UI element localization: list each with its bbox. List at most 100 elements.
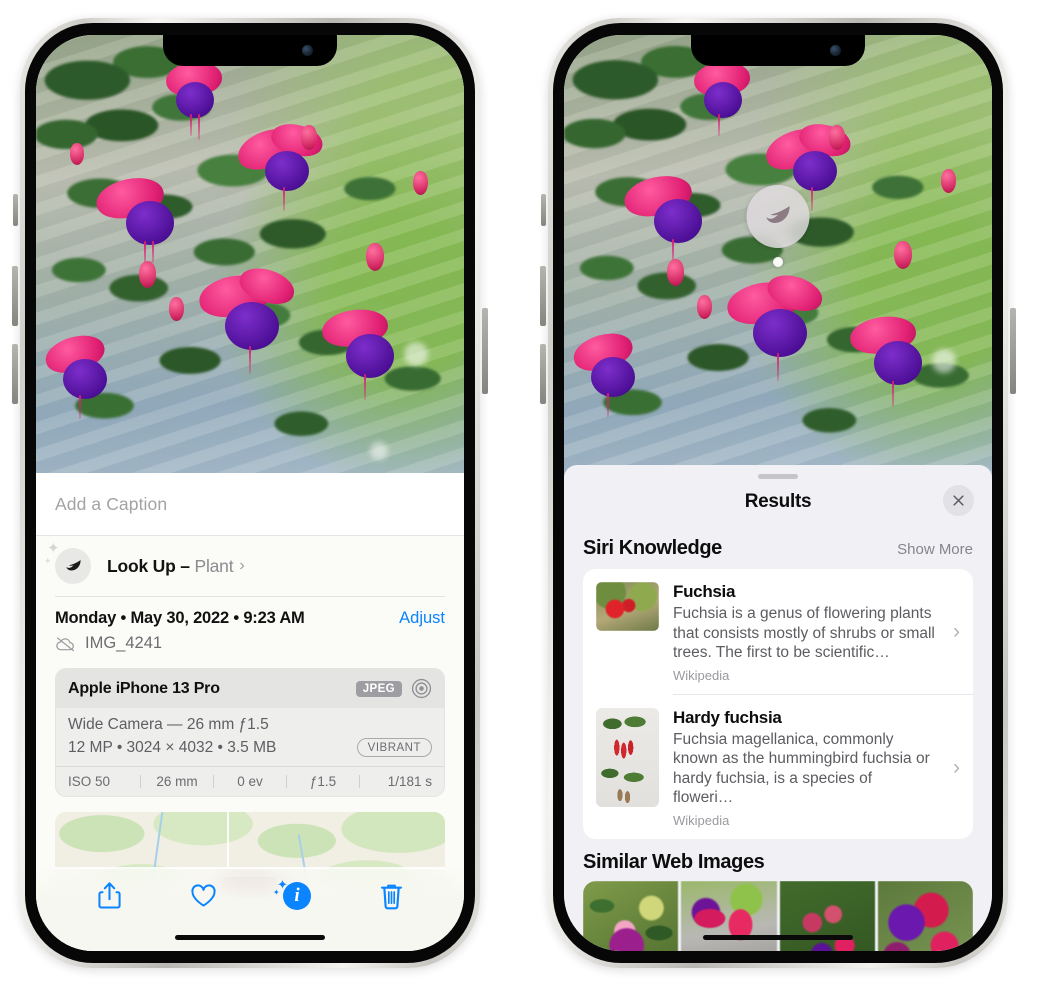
- info-button[interactable]: ✦ ✦ i: [273, 878, 319, 914]
- metadata-body: Wide Camera — 26 mm ƒ1.5 12 MP • 3024 × …: [56, 708, 444, 766]
- lens-info: Wide Camera — 26 mm ƒ1.5: [68, 716, 269, 733]
- fuchsia-thumbnail: [596, 582, 659, 631]
- visual-lookup-anchor-dot: [773, 257, 783, 267]
- thumbnail-image: [596, 582, 659, 631]
- metadata-header: Apple iPhone 13 Pro JPEG: [56, 669, 444, 708]
- section-title-similar-web-images: Similar Web Images: [583, 850, 765, 873]
- front-camera-icon: [830, 45, 841, 56]
- sparkle-icon: ✦: [47, 540, 60, 557]
- exif-shutter: 1/181 s: [387, 774, 432, 789]
- left-phone-bezel: Add a Caption ✦ ✦ Look Up – Plant › Mond…: [25, 23, 475, 963]
- exif-row: ISO 50 26 mm 0 ev ƒ1.5 1/181 s: [56, 766, 444, 796]
- knowledge-item-source: Wikipedia: [673, 667, 730, 683]
- exif-exposure: 0 ev: [237, 774, 263, 789]
- knowledge-item-title: Fuchsia: [673, 582, 736, 601]
- heart-icon: [190, 884, 216, 907]
- caption-input[interactable]: Add a Caption: [55, 494, 167, 515]
- power-button[interactable]: [482, 308, 488, 394]
- leaf-icon: [55, 548, 91, 584]
- look-up-plant-row[interactable]: ✦ ✦ Look Up – Plant ›: [36, 536, 464, 596]
- knowledge-item-source: Wikipedia: [673, 812, 730, 828]
- photographic-style-badge: VIBRANT: [356, 738, 432, 757]
- sparkle-small-icon: ✦: [44, 556, 52, 566]
- chevron-right-icon: ›: [953, 755, 960, 779]
- photo-info-sheet: Add a Caption ✦ ✦ Look Up – Plant › Mond…: [36, 473, 464, 951]
- right-iphone-device: Results Siri Knowledge Show More Fuchsia…: [540, 18, 1016, 968]
- share-button[interactable]: [87, 878, 131, 914]
- exif-aperture: ƒ1.5: [309, 774, 337, 789]
- volume-up-button[interactable]: [12, 266, 18, 326]
- format-badge: JPEG: [355, 680, 402, 697]
- delete-button[interactable]: [369, 878, 413, 914]
- volume-up-button[interactable]: [540, 266, 546, 326]
- results-header: Results: [564, 479, 992, 525]
- knowledge-item-body: Fuchsia Fuchsia is a genus of flowering …: [673, 582, 935, 683]
- visual-lookup-leaf-badge[interactable]: [746, 185, 810, 248]
- aperture-icon: [411, 678, 432, 699]
- photo-viewer-left[interactable]: [36, 35, 464, 487]
- photo-datetime: Monday • May 30, 2022 • 9:23 AM: [55, 609, 305, 627]
- share-icon: [97, 882, 121, 909]
- siri-knowledge-header: Siri Knowledge Show More: [564, 525, 992, 569]
- image-specs: 12 MP • 3024 × 4032 • 3.5 MB: [68, 738, 277, 756]
- exif-focal: 26 mm: [156, 774, 198, 789]
- visual-lookup-results-sheet: Results Siri Knowledge Show More Fuchsia…: [564, 465, 992, 951]
- lookup-icon-wrap: ✦ ✦: [44, 541, 91, 584]
- chevron-right-icon: ›: [239, 557, 245, 574]
- hardy-fuchsia-thumbnail: [596, 707, 659, 807]
- camera-metadata-card[interactable]: Apple iPhone 13 Pro JPEG Wide Camera — 2…: [55, 668, 445, 797]
- favorite-button[interactable]: [181, 878, 225, 914]
- front-camera-icon: [302, 45, 313, 56]
- knowledge-item-body: Hardy fuchsia Fuchsia magellanica, commo…: [673, 708, 935, 828]
- trash-icon: [380, 884, 402, 910]
- adjust-button[interactable]: Adjust: [399, 609, 445, 628]
- volume-down-button[interactable]: [540, 344, 546, 404]
- datetime-left: Monday • May 30, 2022 • 9:23 AM IMG_4241: [55, 609, 305, 653]
- thumbnail-image: [596, 707, 659, 807]
- show-more-button[interactable]: Show More: [897, 541, 973, 558]
- exif-iso: ISO 50: [68, 774, 111, 789]
- photo-blossoms: [36, 35, 464, 487]
- siri-knowledge-card: Fuchsia Fuchsia is a genus of flowering …: [583, 569, 973, 839]
- metadata-header-right: JPEG: [355, 678, 432, 699]
- chevron-right-icon: ›: [953, 620, 960, 644]
- sparkle-small-icon: ✦: [273, 888, 280, 897]
- close-button[interactable]: [943, 485, 974, 516]
- left-iphone-device: Add a Caption ✦ ✦ Look Up – Plant › Mond…: [12, 18, 488, 968]
- close-icon: [953, 495, 964, 506]
- photo-filename: IMG_4241: [85, 634, 163, 652]
- knowledge-item-title: Hardy fuchsia: [673, 707, 782, 727]
- web-image-tile[interactable]: [681, 880, 777, 951]
- home-indicator[interactable]: [175, 935, 325, 940]
- right-phone-notch: [691, 35, 865, 66]
- web-image-tile[interactable]: [877, 880, 973, 951]
- results-title: Results: [744, 491, 812, 512]
- power-button[interactable]: [1010, 308, 1016, 394]
- mute-switch[interactable]: [13, 194, 18, 226]
- home-indicator[interactable]: [703, 935, 853, 940]
- filename-line: IMG_4241: [55, 634, 305, 653]
- camera-device-name: Apple iPhone 13 Pro: [68, 679, 220, 697]
- knowledge-item-description: Fuchsia magellanica, commonly known as t…: [673, 730, 930, 807]
- right-phone-bezel: Results Siri Knowledge Show More Fuchsia…: [553, 23, 1003, 963]
- similar-web-images-header: Similar Web Images: [564, 839, 992, 881]
- knowledge-item-hardy-fuchsia[interactable]: Hardy fuchsia Fuchsia magellanica, commo…: [583, 695, 973, 839]
- left-phone-notch: [163, 35, 337, 66]
- leaf-icon: [766, 206, 790, 223]
- datetime-row: Monday • May 30, 2022 • 9:23 AM IMG_4241…: [36, 597, 464, 653]
- web-image-tile[interactable]: [583, 880, 679, 951]
- volume-down-button[interactable]: [12, 344, 18, 404]
- look-up-label: Look Up – Plant: [107, 555, 234, 576]
- photo-viewer-right[interactable]: [564, 35, 992, 483]
- similar-web-images-strip[interactable]: [583, 880, 973, 951]
- screenshot-stage: Add a Caption ✦ ✦ Look Up – Plant › Mond…: [0, 0, 1055, 985]
- right-phone-screen: Results Siri Knowledge Show More Fuchsia…: [564, 35, 992, 951]
- knowledge-item-description: Fuchsia is a genus of flowering plants t…: [673, 605, 935, 662]
- section-title-siri-knowledge: Siri Knowledge: [583, 537, 722, 559]
- knowledge-item-fuchsia[interactable]: Fuchsia Fuchsia is a genus of flowering …: [583, 569, 973, 694]
- mute-switch[interactable]: [541, 194, 546, 226]
- web-image-tile[interactable]: [779, 880, 875, 951]
- left-phone-screen: Add a Caption ✦ ✦ Look Up – Plant › Mond…: [36, 35, 464, 951]
- icloud-slash-icon: [56, 636, 74, 651]
- caption-field-row[interactable]: Add a Caption: [36, 473, 464, 536]
